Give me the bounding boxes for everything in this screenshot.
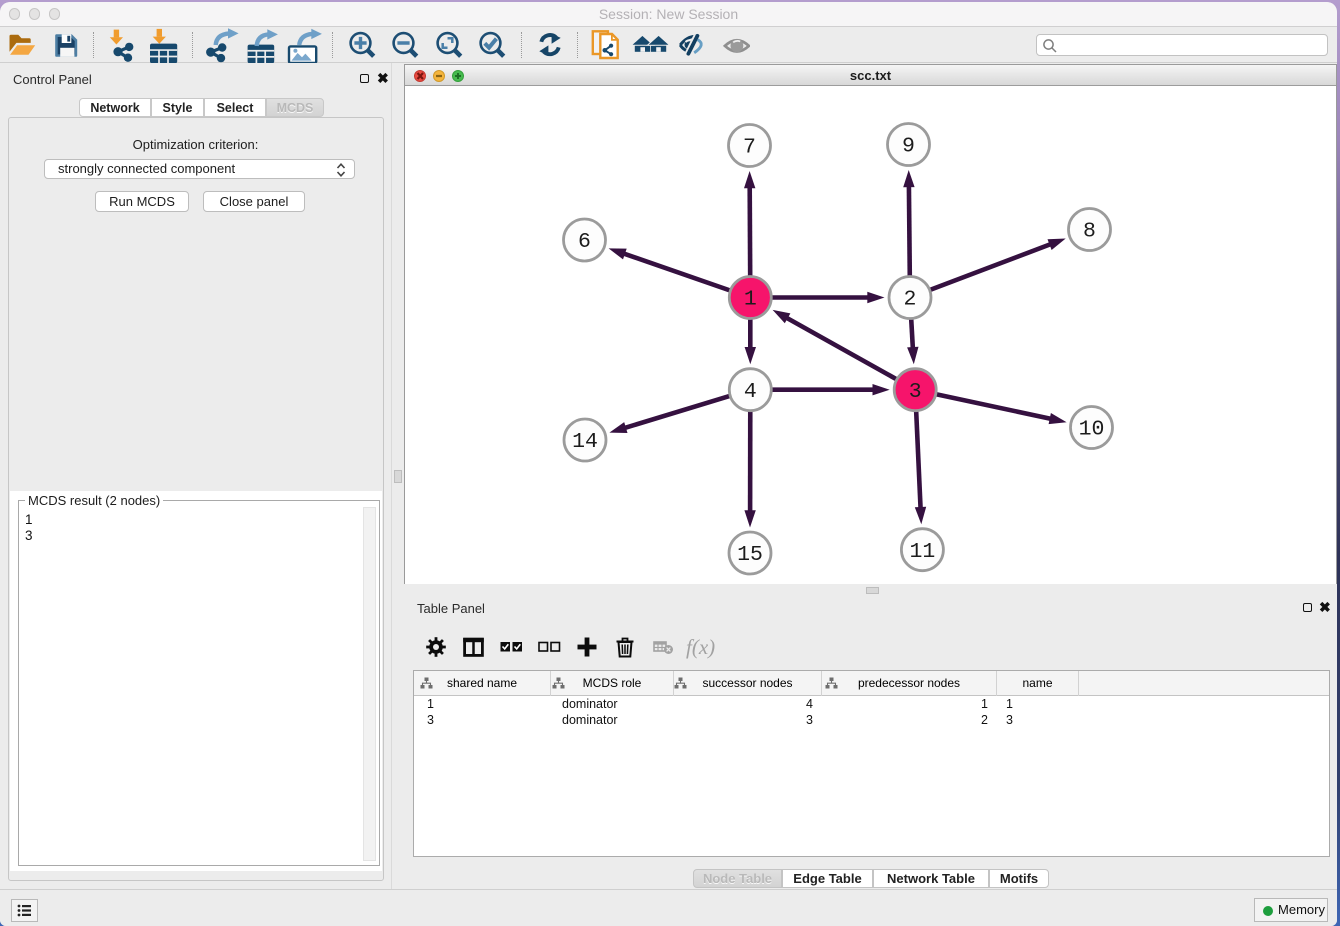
svg-text:6: 6 bbox=[578, 230, 591, 254]
svg-text:8: 8 bbox=[1083, 220, 1096, 244]
svg-text:4: 4 bbox=[744, 380, 757, 404]
svg-text:10: 10 bbox=[1079, 418, 1105, 442]
svg-text:3: 3 bbox=[909, 380, 922, 404]
svg-text:1: 1 bbox=[744, 288, 757, 312]
svg-text:15: 15 bbox=[737, 543, 763, 567]
svg-text:11: 11 bbox=[909, 540, 935, 564]
svg-text:7: 7 bbox=[743, 136, 756, 160]
svg-text:2: 2 bbox=[904, 288, 917, 312]
svg-text:9: 9 bbox=[902, 135, 915, 159]
svg-text:14: 14 bbox=[572, 430, 598, 454]
